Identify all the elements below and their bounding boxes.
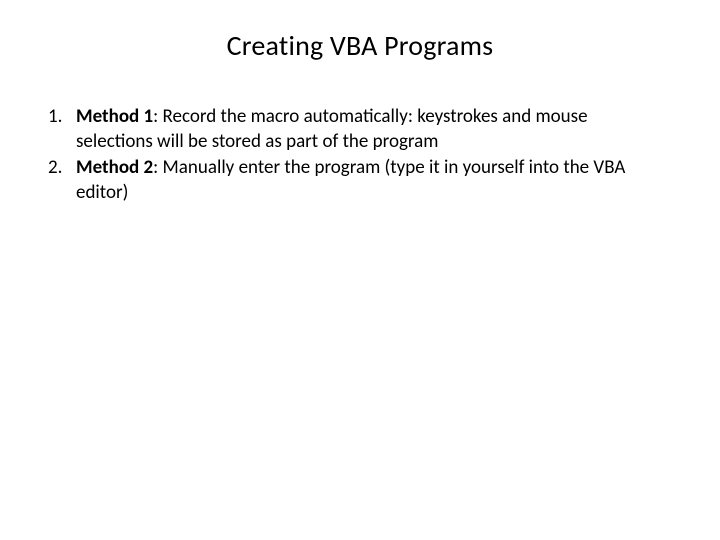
- list-content: Method 1: Record the macro automatically…: [76, 105, 680, 154]
- list-item: 2. Method 2: Manually enter the program …: [48, 156, 680, 205]
- numbered-list: 1. Method 1: Record the macro automatica…: [40, 105, 680, 206]
- list-content: Method 2: Manually enter the program (ty…: [76, 156, 680, 205]
- method-label: Method 2: [76, 156, 153, 179]
- slide-title: Creating VBA Programs: [40, 28, 680, 63]
- list-number: 1.: [48, 105, 76, 154]
- list-text: : Manually enter the program (type it in…: [76, 156, 625, 204]
- list-number: 2.: [48, 156, 76, 205]
- list-item: 1. Method 1: Record the macro automatica…: [48, 105, 680, 154]
- list-text: : Record the macro automatically: keystr…: [76, 105, 588, 153]
- method-label: Method 1: [76, 105, 153, 128]
